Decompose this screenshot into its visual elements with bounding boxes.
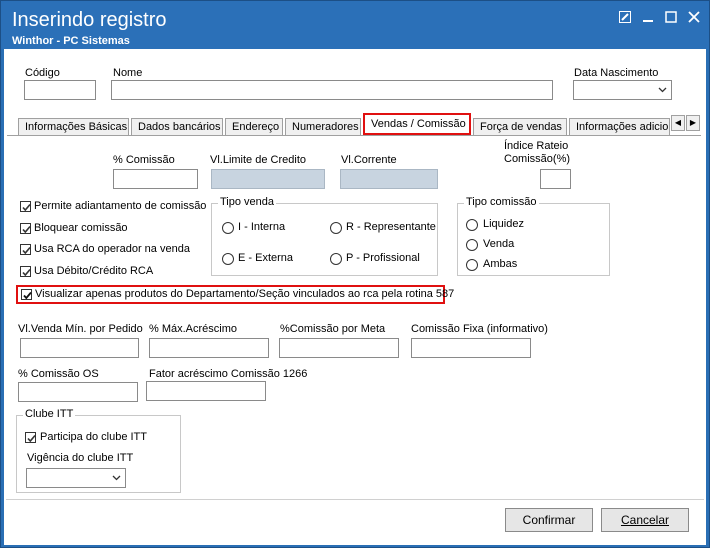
checkmark-icon — [22, 225, 31, 234]
checkbox-box[interactable] — [21, 289, 32, 300]
pct-comissao-meta-label: %Comissão por Meta — [280, 323, 386, 335]
dialog-window: Inserindo registro Winthor - PC Sistemas… — [0, 0, 710, 548]
clube-itt-group: Clube ITT Participa do clube ITT Vigênci… — [16, 408, 181, 493]
tipo-comissao-group: Tipo comissão Liquidez Venda Ambas — [457, 196, 610, 276]
checkbox-box[interactable] — [20, 266, 31, 277]
footer-divider — [6, 499, 704, 500]
nome-label: Nome — [113, 67, 143, 79]
pct-max-acrescimo-label: % Máx.Acréscimo — [149, 323, 238, 335]
radio-profissional-label: P - Profissional — [346, 252, 420, 264]
codigo-input[interactable] — [24, 80, 96, 100]
maximize-icon[interactable] — [662, 11, 680, 25]
dialog-body: Código Nome Data Nascimento Informações … — [4, 49, 706, 545]
checkbox-visualizar-apenas-produtos[interactable]: Visualizar apenas produtos do Departamen… — [16, 285, 454, 304]
vigencia-clube-combo[interactable] — [26, 468, 126, 488]
nome-input[interactable] — [111, 80, 553, 100]
tab-scroll-left-icon[interactable]: ◀ — [671, 115, 685, 131]
checkmark-icon — [23, 291, 32, 300]
indice-rateio-label: Índice Rateio — [504, 140, 569, 152]
fator-acrescimo-label: Fator acréscimo Comissão 1266 — [149, 368, 308, 380]
checkmark-icon — [22, 268, 31, 277]
pct-comissao-os-label: % Comissão OS — [18, 368, 99, 380]
checkbox-box[interactable] — [20, 223, 31, 234]
pct-max-acrescimo-input[interactable] — [149, 338, 269, 358]
fator-acrescimo-input[interactable] — [146, 381, 266, 401]
vl-limite-input — [211, 169, 325, 189]
tipo-comissao-title: Tipo comissão — [464, 196, 539, 208]
checkbox-box[interactable] — [20, 244, 31, 255]
pct-comissao-input[interactable] — [113, 169, 198, 189]
checkbox-label: Usa RCA do operador na venda — [34, 243, 190, 255]
radio-externa[interactable] — [222, 253, 234, 265]
comissao-fixa-label: Comissão Fixa (informativo) — [411, 323, 548, 335]
pct-comissao-label: % Comissão — [113, 154, 175, 166]
radio-interna[interactable] — [222, 222, 234, 234]
tab-divider — [7, 135, 701, 136]
vl-corrente-input — [340, 169, 438, 189]
title-bar: Inserindo registro Winthor - PC Sistemas — [1, 1, 709, 49]
cancelar-button[interactable]: Cancelar — [601, 508, 689, 532]
radio-liquidez-label: Liquidez — [483, 218, 524, 230]
data-nascimento-label: Data Nascimento — [574, 67, 659, 79]
chevron-down-icon — [658, 87, 667, 93]
checkmark-icon — [22, 203, 31, 212]
tipo-venda-title: Tipo venda — [218, 196, 277, 208]
radio-ambas[interactable] — [466, 259, 478, 271]
checkmark-icon — [27, 434, 36, 443]
radio-profissional[interactable] — [330, 253, 342, 265]
participa-clube-label: Participa do clube ITT — [40, 431, 147, 443]
codigo-label: Código — [25, 67, 60, 79]
pct-comissao-os-input[interactable] — [18, 382, 138, 402]
confirmar-button[interactable]: Confirmar — [505, 508, 593, 532]
tab-forca-de-vendas[interactable]: Força de vendas — [473, 118, 567, 136]
tab-informacoes-basicas[interactable]: Informações Básicas — [18, 118, 129, 136]
radio-venda-label: Venda — [483, 238, 515, 250]
checkbox-label: Visualizar apenas produtos do Departamen… — [35, 288, 455, 300]
radio-externa-label: E - Externa — [238, 252, 294, 264]
comissao-fixa-input[interactable] — [411, 338, 531, 358]
tab-vendas-comissao[interactable]: Vendas / Comissão — [363, 113, 471, 135]
indice-rateio-input[interactable] — [540, 169, 571, 189]
tipo-venda-group: Tipo venda I - Interna R - Representante… — [211, 196, 438, 276]
checkbox-label: Bloquear comissão — [34, 222, 128, 234]
vl-limite-label: Vl.Limite de Credito — [210, 154, 306, 166]
chevron-down-icon — [112, 475, 121, 481]
checkbox-label: Usa Débito/Crédito RCA — [34, 265, 154, 277]
window-subtitle: Winthor - PC Sistemas — [12, 35, 130, 47]
vl-corrente-label: Vl.Corrente — [341, 154, 397, 166]
pct-comissao-meta-input[interactable] — [279, 338, 399, 358]
radio-liquidez[interactable] — [466, 219, 478, 231]
data-nascimento-combo[interactable] — [573, 80, 672, 100]
tab-informacoes-adicionais[interactable]: Informações adicio — [569, 118, 670, 136]
vl-venda-min-input[interactable] — [20, 338, 139, 358]
tab-endereco[interactable]: Endereço — [225, 118, 283, 136]
vl-venda-min-label: Vl.Venda Mín. por Pedido — [18, 323, 143, 335]
radio-ambas-label: Ambas — [483, 258, 518, 270]
radio-interna-label: I - Interna — [238, 221, 286, 233]
tab-scroll-right-icon[interactable]: ▶ — [686, 115, 700, 131]
edit-icon[interactable] — [616, 11, 634, 25]
radio-representante-label: R - Representante — [346, 221, 436, 233]
checkbox-box[interactable] — [20, 201, 31, 212]
participa-clube-checkbox[interactable] — [25, 432, 36, 443]
checkbox-label: Permite adiantamento de comissão — [34, 200, 207, 212]
checkmark-icon — [22, 246, 31, 255]
tab-dados-bancarios[interactable]: Dados bancários — [131, 118, 223, 136]
window-title: Inserindo registro — [12, 9, 167, 31]
minimize-icon[interactable] — [639, 11, 657, 25]
clube-itt-title: Clube ITT — [23, 408, 76, 420]
tab-numeradores[interactable]: Numeradores — [285, 118, 361, 136]
indice-rateio-label-2: Comissão(%) — [504, 153, 571, 165]
close-icon[interactable] — [685, 11, 703, 25]
vigencia-clube-label: Vigência do clube ITT — [27, 452, 134, 464]
radio-venda[interactable] — [466, 239, 478, 251]
radio-representante[interactable] — [330, 222, 342, 234]
